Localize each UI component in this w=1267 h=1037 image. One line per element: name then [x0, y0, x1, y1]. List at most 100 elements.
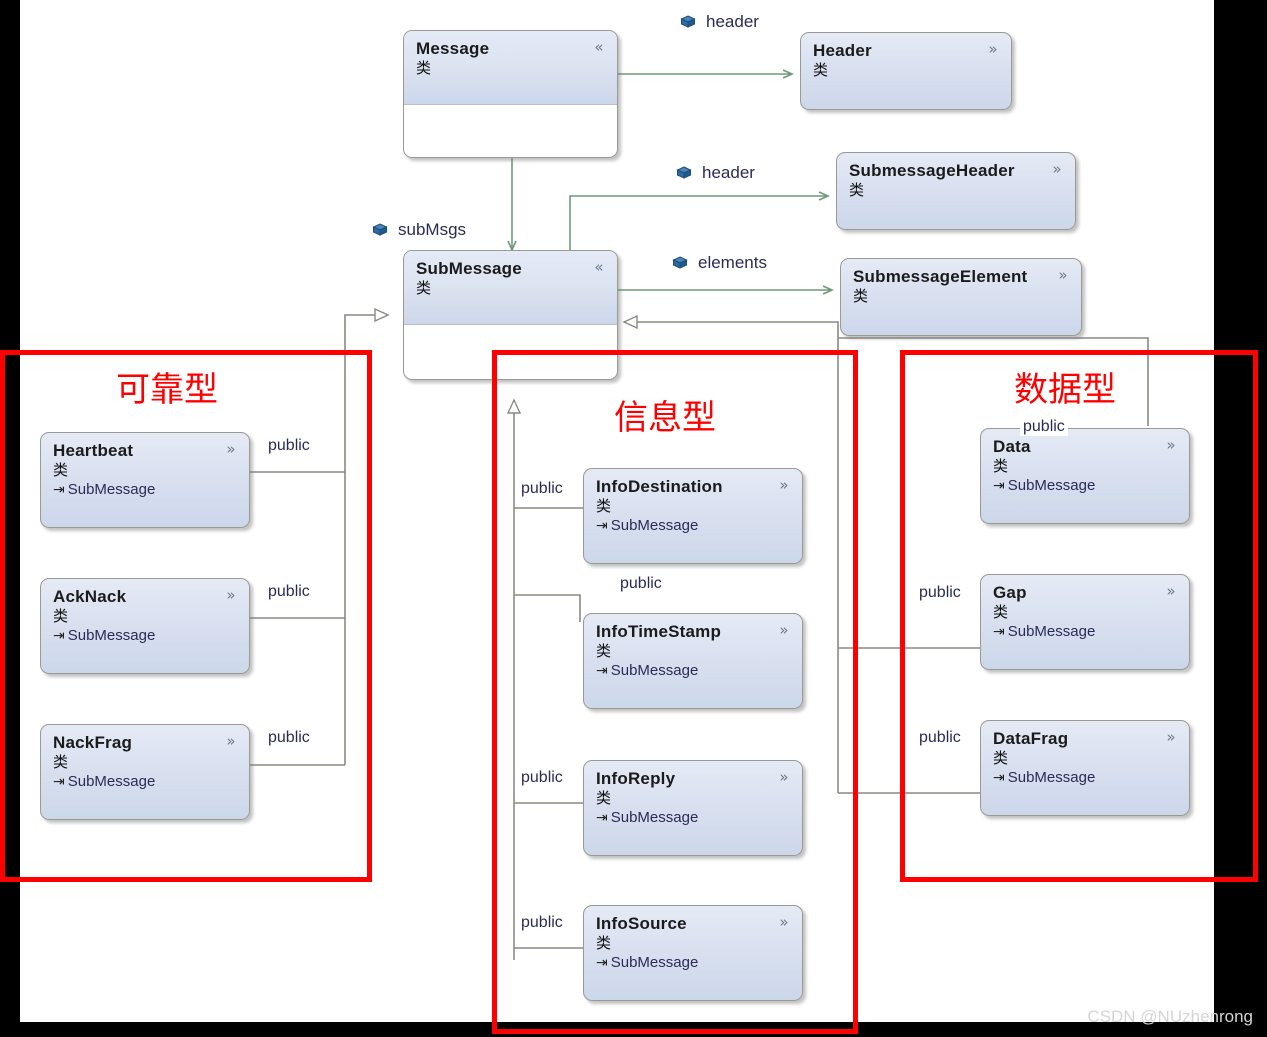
inheritance-label-datafrag: public [916, 729, 964, 747]
chevron-down-icon[interactable]: » [1162, 730, 1180, 746]
property-cube-icon [680, 14, 696, 34]
class-base: ⇥ SubMessage [53, 773, 239, 791]
inheritance-label-inforeply: public [518, 769, 566, 787]
property-cube-icon [676, 165, 692, 185]
association-label-submsgs[interactable]: subMsgs [372, 220, 466, 242]
class-kind-glyph: 类 [53, 607, 69, 625]
association-label-header-submessage[interactable]: header [676, 163, 755, 185]
class-kind-glyph: 类 [416, 59, 432, 77]
class-header: InfoSource 类 ⇥ SubMessage » [584, 906, 802, 978]
base-arrow-icon: ⇥ [596, 663, 608, 679]
class-box-submessage[interactable]: SubMessage 类 « [403, 250, 618, 380]
diagram-canvas: Message 类 « Header 类 » SubmessageHeader … [0, 0, 1267, 1037]
chevron-down-icon[interactable]: » [775, 623, 793, 639]
watermark: CSDN @NUzhenrong [1087, 1007, 1253, 1026]
class-base: ⇥ SubMessage [993, 623, 1179, 641]
class-name: InfoDestination [596, 477, 723, 496]
inheritance-label-heartbeat: public [265, 437, 313, 455]
association-label-elements[interactable]: elements [672, 253, 767, 275]
class-name: Heartbeat [53, 441, 134, 460]
association-label-header-message[interactable]: header [680, 12, 759, 34]
inherit-branch-infotimestamp [514, 594, 581, 622]
base-arrow-icon: ⇥ [53, 482, 65, 498]
class-box-gap[interactable]: Gap 类 ⇥ SubMessage » [980, 574, 1190, 670]
chevron-down-icon[interactable]: » [984, 42, 1002, 58]
class-box-data[interactable]: Data 类 ⇥ SubMessage » [980, 428, 1190, 524]
chevron-up-icon[interactable]: « [590, 40, 608, 56]
class-kind-glyph: 类 [416, 279, 432, 297]
chevron-down-icon[interactable]: » [1048, 162, 1066, 178]
class-base: ⇥ SubMessage [53, 481, 239, 499]
class-header: Header 类 » [801, 33, 1011, 85]
class-box-inforeply[interactable]: InfoReply 类 ⇥ SubMessage » [583, 760, 803, 856]
base-arrow-icon: ⇥ [596, 955, 608, 971]
class-header: SubmessageHeader 类 » [837, 153, 1075, 205]
class-box-infotimestamp[interactable]: InfoTimeStamp 类 ⇥ SubMessage » [583, 613, 803, 709]
inheritance-label-gap: public [916, 584, 964, 602]
base-arrow-icon: ⇥ [596, 810, 608, 826]
group-label-information: 信息型 [614, 398, 716, 438]
chevron-down-icon[interactable]: » [222, 734, 240, 750]
inheritance-label-acknack: public [265, 583, 313, 601]
class-name: Header [813, 41, 872, 60]
class-kind-glyph: 类 [849, 181, 865, 199]
base-arrow-icon: ⇥ [993, 478, 1005, 494]
base-name: SubMessage [67, 627, 156, 644]
class-header: SubMessage 类 « [404, 251, 617, 325]
base-arrow-icon: ⇥ [53, 774, 65, 790]
class-base: ⇥ SubMessage [993, 477, 1179, 495]
base-name: SubMessage [67, 481, 156, 498]
class-kind-glyph: 类 [596, 642, 612, 660]
class-kind-glyph: 类 [993, 749, 1009, 767]
class-header: Gap 类 ⇥ SubMessage » [981, 575, 1189, 647]
class-base: ⇥ SubMessage [993, 769, 1179, 787]
class-box-nackfrag[interactable]: NackFrag 类 ⇥ SubMessage » [40, 724, 250, 820]
chevron-down-icon[interactable]: » [1162, 584, 1180, 600]
class-base: ⇥ SubMessage [596, 954, 792, 972]
class-box-infosource[interactable]: InfoSource 类 ⇥ SubMessage » [583, 905, 803, 1001]
chevron-down-icon[interactable]: » [222, 588, 240, 604]
class-box-acknack[interactable]: AckNack 类 ⇥ SubMessage » [40, 578, 250, 674]
class-header: Data 类 ⇥ SubMessage » [981, 429, 1189, 501]
class-name: AckNack [53, 587, 127, 606]
chevron-down-icon[interactable]: » [1162, 438, 1180, 454]
class-box-datafrag[interactable]: DataFrag 类 ⇥ SubMessage » [980, 720, 1190, 816]
chevron-down-icon[interactable]: » [775, 915, 793, 931]
class-base: ⇥ SubMessage [596, 517, 792, 535]
base-name: SubMessage [610, 517, 699, 534]
class-name: Gap [993, 583, 1027, 602]
association-label-text: header [706, 12, 759, 31]
class-name: InfoReply [596, 769, 676, 788]
inheritance-label-infotimestamp: public [617, 575, 665, 593]
class-box-message[interactable]: Message 类 « [403, 30, 618, 158]
inherit-left-trunk [344, 315, 388, 472]
class-box-submessageheader[interactable]: SubmessageHeader 类 » [836, 152, 1076, 230]
class-kind-glyph: 类 [813, 61, 829, 79]
base-arrow-icon: ⇥ [596, 518, 608, 534]
class-box-header[interactable]: Header 类 » [800, 32, 1012, 110]
class-box-submessageelement[interactable]: SubmessageElement 类 » [840, 258, 1082, 336]
chevron-down-icon[interactable]: » [222, 442, 240, 458]
chevron-down-icon[interactable]: » [775, 770, 793, 786]
class-base: ⇥ SubMessage [53, 627, 239, 645]
group-label-data: 数据型 [1014, 370, 1116, 410]
association-label-text: subMsgs [398, 220, 467, 239]
diagram-surface: Message 类 « Header 类 » SubmessageHeader … [20, 0, 1214, 1022]
property-cube-icon [672, 255, 688, 275]
chevron-up-icon[interactable]: « [590, 260, 608, 276]
class-header: Heartbeat 类 ⇥ SubMessage » [41, 433, 249, 505]
class-header: InfoDestination 类 ⇥ SubMessage » [584, 469, 802, 541]
class-name: InfoSource [596, 914, 687, 933]
class-box-heartbeat[interactable]: Heartbeat 类 ⇥ SubMessage » [40, 432, 250, 528]
class-box-infodestination[interactable]: InfoDestination 类 ⇥ SubMessage » [583, 468, 803, 564]
class-base: ⇥ SubMessage [596, 662, 792, 680]
class-kind-glyph: 类 [596, 789, 612, 807]
chevron-down-icon[interactable]: » [1054, 268, 1072, 284]
inheritance-label-infosource: public [518, 914, 566, 932]
class-header: Message 类 « [404, 31, 617, 105]
base-name: SubMessage [610, 809, 699, 826]
chevron-down-icon[interactable]: » [775, 478, 793, 494]
inheritance-label-infodestination: public [518, 480, 566, 498]
class-header: NackFrag 类 ⇥ SubMessage » [41, 725, 249, 797]
property-cube-icon [372, 222, 388, 242]
